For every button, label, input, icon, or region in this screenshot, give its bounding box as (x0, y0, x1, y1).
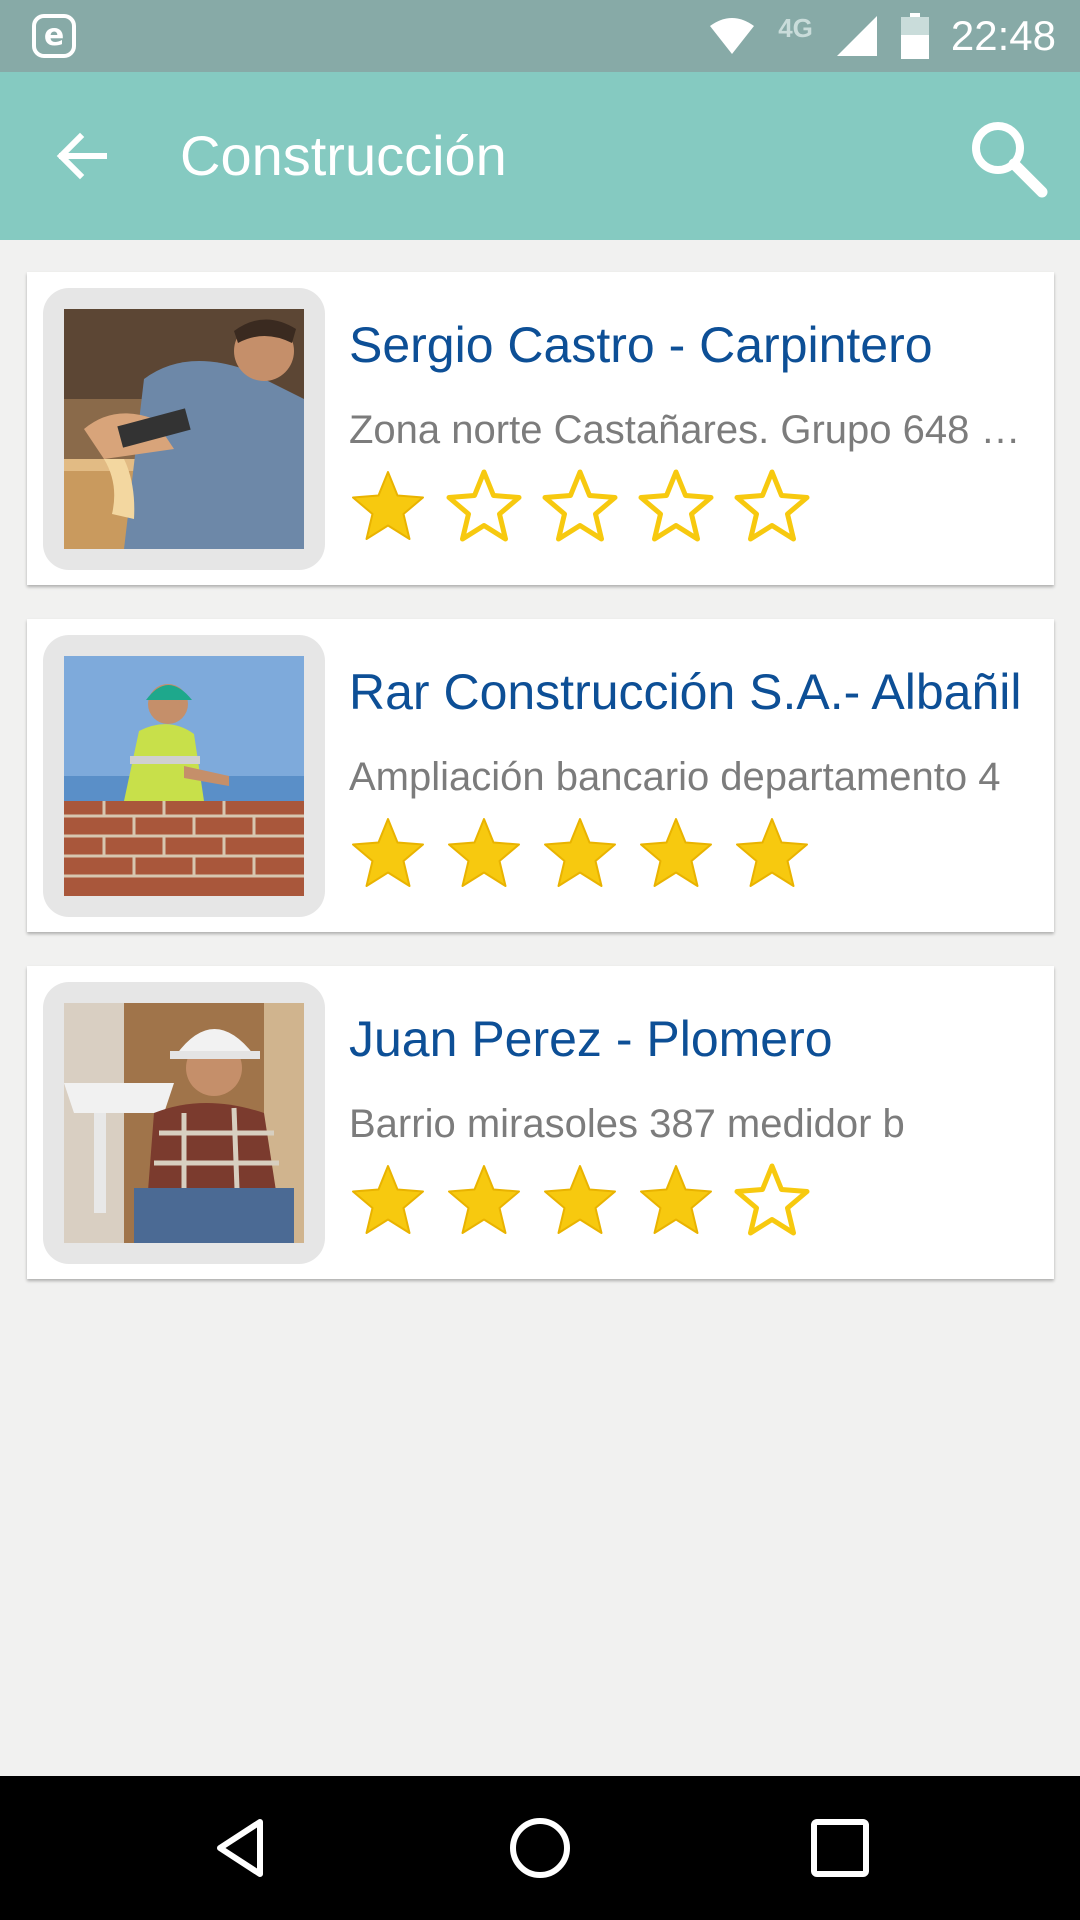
star-empty-icon (446, 469, 522, 542)
star-filled-icon (736, 818, 808, 887)
star-filled-icon (352, 818, 424, 887)
home-circle-icon[interactable] (506, 1814, 574, 1882)
listing-list: Sergio Castro - Carpintero Zona norte Ca… (27, 272, 1054, 1313)
rating-stars (349, 1162, 811, 1240)
listing-description: Barrio mirasoles 387 medidor b (349, 1102, 905, 1146)
listing-title: Sergio Castro - Carpintero (349, 317, 933, 373)
star-empty-icon (542, 469, 618, 542)
rating-stars (349, 815, 811, 893)
status-icons: 4G 22:48 (708, 0, 1056, 72)
network-type: 4G (778, 12, 813, 43)
app-toolbar: Construcción (0, 72, 1080, 240)
star-empty-icon (734, 469, 810, 542)
listing-title: Juan Perez - Plomero (349, 1011, 833, 1067)
bricklayer-photo (64, 656, 304, 896)
listing-description: Zona norte Castañares. Grupo 648 casa 1 (349, 408, 1039, 452)
star-filled-icon (448, 1165, 520, 1234)
thumbnail-frame (43, 288, 325, 570)
star-empty-icon (638, 469, 714, 542)
star-filled-icon (352, 471, 424, 540)
star-empty-icon (734, 1163, 810, 1236)
clock: 22:48 (950, 12, 1056, 59)
system-nav-bar (0, 1776, 1080, 1920)
star-filled-icon (640, 818, 712, 887)
listing-card[interactable]: Sergio Castro - Carpintero Zona norte Ca… (27, 272, 1054, 585)
arrow-left-icon[interactable] (50, 124, 114, 188)
recents-square-icon[interactable] (806, 1814, 874, 1882)
rating-stars (349, 468, 811, 546)
star-filled-icon (544, 818, 616, 887)
app-notification-icon: e (32, 14, 76, 58)
thumbnail-frame (43, 982, 325, 1264)
signal-icon (836, 16, 877, 56)
star-filled-icon (544, 1165, 616, 1234)
status-bar: e 4G 22:48 (0, 0, 1080, 72)
page-title: Construcción (180, 124, 507, 187)
wifi-icon (710, 18, 755, 54)
plumber-photo (64, 1003, 304, 1243)
search-icon[interactable] (964, 114, 1050, 200)
thumbnail-frame (43, 635, 325, 917)
battery-icon (900, 13, 929, 59)
star-filled-icon (352, 1165, 424, 1234)
listing-description: Ampliación bancario departamento 4 (349, 755, 1001, 799)
carpenter-photo (64, 309, 304, 549)
listing-title: Rar Construcción S.A.- Albañil (349, 664, 1022, 720)
star-filled-icon (640, 1165, 712, 1234)
app-icon-letter: e (43, 18, 65, 53)
star-filled-icon (448, 818, 520, 887)
back-triangle-icon[interactable] (208, 1814, 276, 1882)
listing-card[interactable]: Juan Perez - Plomero Barrio mirasoles 38… (27, 966, 1054, 1279)
listing-card[interactable]: Rar Construcción S.A.- Albañil Ampliació… (27, 619, 1054, 932)
